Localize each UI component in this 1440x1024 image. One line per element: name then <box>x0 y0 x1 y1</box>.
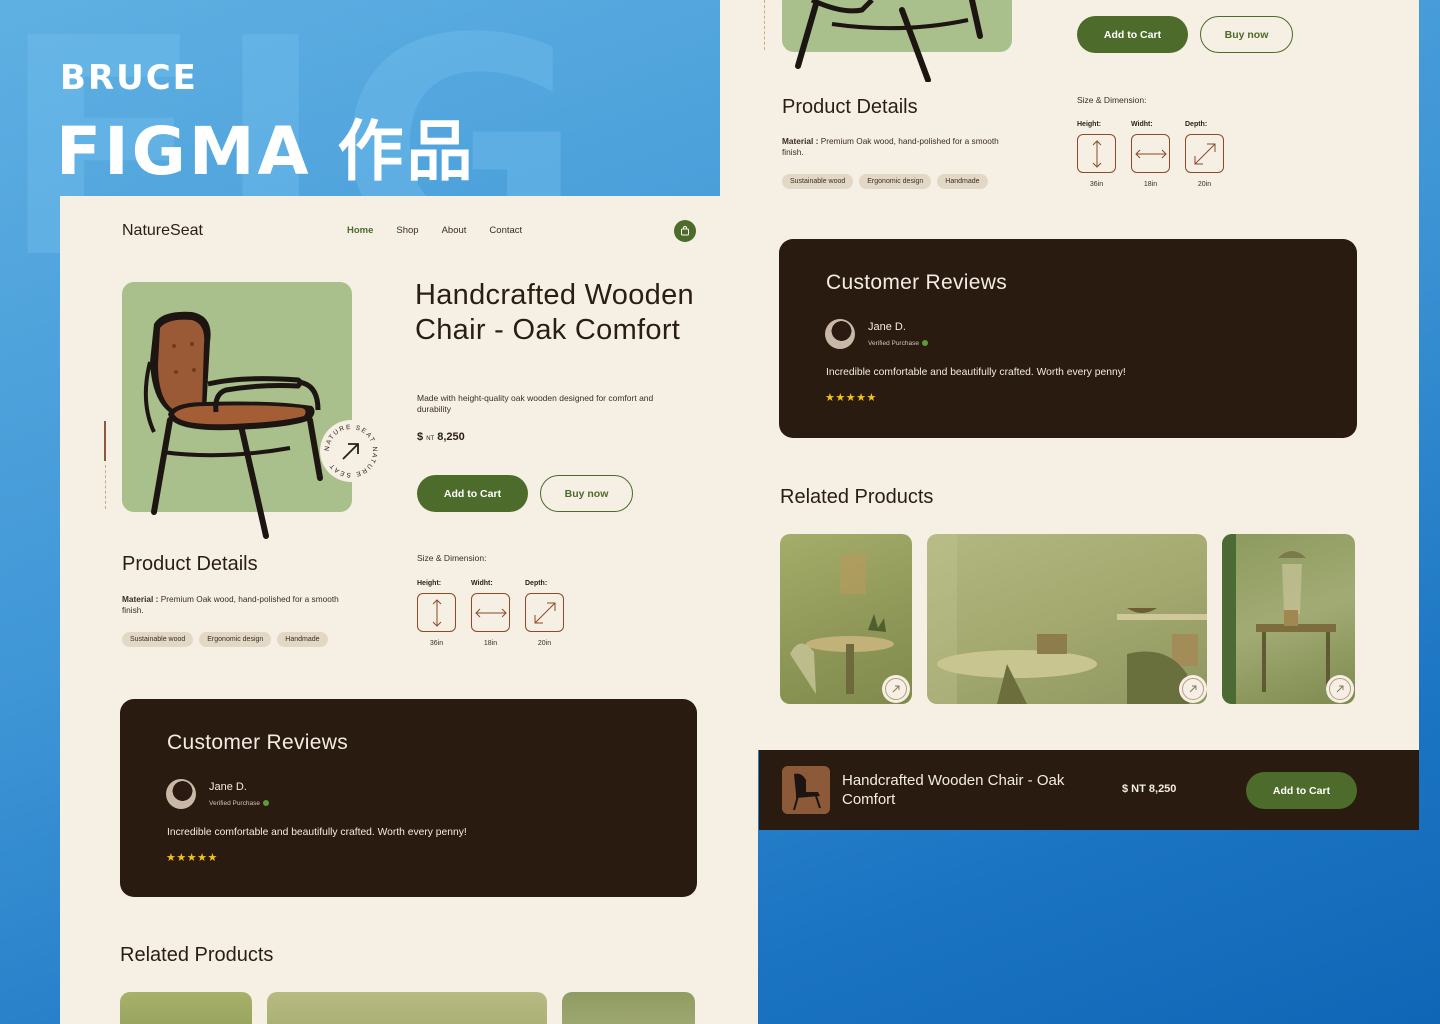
add-to-cart-button[interactable]: Add to Cart <box>1077 16 1188 53</box>
dimension-depth: Depth: 20in <box>1185 121 1224 188</box>
horizontal-arrow-icon <box>1134 149 1167 158</box>
nav-home[interactable]: Home <box>347 225 373 236</box>
site-logo[interactable]: NatureSeat <box>122 222 203 240</box>
chair-thumbnail-image <box>782 766 830 814</box>
reviewer-name: Jane D. <box>209 781 247 793</box>
product-image: NATURE SEAT NATURE SEAT <box>122 282 382 539</box>
product-thumbnail <box>782 766 830 814</box>
nav-contact[interactable]: Contact <box>489 225 522 236</box>
review-text: Incredible comfortable and beautifully c… <box>167 827 467 838</box>
check-icon <box>921 340 928 347</box>
diagonal-arrow-icon <box>1194 143 1215 164</box>
nav-shop[interactable]: Shop <box>396 225 418 236</box>
dimension-title: Size & Dimension: <box>417 553 487 563</box>
product-description: Made with height-quality oak wooden desi… <box>417 393 654 414</box>
dimension-depth: Depth: 20in <box>525 580 564 647</box>
reviews-title: Customer Reviews <box>167 731 349 754</box>
arrow-up-right-icon <box>892 685 900 693</box>
chair-image <box>143 311 323 539</box>
dimension-height: Height: 36in <box>1077 121 1116 188</box>
shopping-bag-icon <box>681 226 689 236</box>
verified-badge: Verified Purchase <box>209 800 269 807</box>
tag-handmade[interactable]: Handmade <box>277 632 328 647</box>
related-products-title: Related Products <box>120 944 274 966</box>
sticky-price: $ NT 8,250 <box>1122 783 1177 795</box>
vertical-arrow-icon <box>432 598 441 627</box>
arrow-up-right-icon <box>1336 685 1344 693</box>
avatar <box>825 319 855 349</box>
dimension-width: Widht: 18in <box>1131 121 1170 188</box>
image-slider-indicator[interactable] <box>104 421 106 509</box>
dining-room-image <box>927 534 1207 704</box>
product-image <box>782 0 1012 82</box>
review-text: Incredible comfortable and beautifully c… <box>826 367 1126 378</box>
dimension-list: Height: 36in Widht: 18in Depth: 20in <box>417 580 564 647</box>
sticky-cart-bar: Handcrafted Wooden Chair - Oak Comfort $… <box>759 750 1419 830</box>
avatar <box>166 779 196 809</box>
chair-image <box>795 0 983 82</box>
tag-list: Sustainable wood Ergonomic design Handma… <box>122 632 328 647</box>
product-price: $ NT 8,250 <box>417 431 465 443</box>
add-to-cart-button[interactable]: Add to Cart <box>417 475 528 512</box>
star-rating: ★★★★★ <box>166 852 218 864</box>
related-product-3[interactable] <box>1222 534 1355 704</box>
open-product-button[interactable] <box>1179 675 1207 703</box>
product-details-title: Product Details <box>122 553 258 575</box>
star-rating: ★★★★★ <box>825 392 877 404</box>
image-slider-indicator[interactable] <box>764 0 765 50</box>
sticky-add-to-cart-button[interactable]: Add to Cart <box>1246 772 1357 809</box>
reviews-title: Customer Reviews <box>826 271 1008 294</box>
tag-ergonomic[interactable]: Ergonomic design <box>859 174 932 189</box>
product-details-title: Product Details <box>782 96 918 118</box>
product-title: Handcrafted Wooden Chair - Oak Comfort <box>415 279 694 346</box>
open-product-button[interactable] <box>1326 675 1354 703</box>
dimension-list: Height: 36in Widht: 18in Depth: 20in <box>1077 121 1224 188</box>
arrow-up-right-icon: NATURE SEAT NATURE SEAT <box>324 424 377 478</box>
cart-button[interactable] <box>674 220 696 242</box>
tag-ergonomic[interactable]: Ergonomic design <box>199 632 272 647</box>
sticky-product-name: Handcrafted Wooden Chair - Oak Comfort <box>842 772 1065 808</box>
material-info: Material : Premium Oak wood, hand-polish… <box>122 594 339 615</box>
tag-sustainable[interactable]: Sustainable wood <box>122 632 194 647</box>
brand-title: FIGMA 作品 <box>56 113 476 190</box>
brand-author: BRUCE <box>60 58 198 98</box>
check-icon <box>262 800 269 807</box>
customer-reviews: Customer Reviews Jane D. Verified Purcha… <box>120 699 697 897</box>
material-info: Material : Premium Oak wood, hand-polish… <box>782 136 999 157</box>
related-products-title: Related Products <box>780 486 934 508</box>
horizontal-arrow-icon <box>474 608 507 617</box>
diagonal-arrow-icon <box>534 602 555 623</box>
related-product-2[interactable] <box>267 992 547 1024</box>
dimension-height: Height: 36in <box>417 580 456 647</box>
dimension-title: Size & Dimension: <box>1077 95 1147 105</box>
customer-reviews: Customer Reviews Jane D. Verified Purcha… <box>779 239 1357 438</box>
buy-now-button[interactable]: Buy now <box>1200 16 1293 53</box>
related-product-3[interactable] <box>562 992 695 1024</box>
related-product-1[interactable] <box>120 992 252 1024</box>
related-product-2[interactable] <box>927 534 1207 704</box>
product-page-main: NatureSeat Home Shop About Contact NATUR… <box>60 196 758 1024</box>
related-product-1[interactable] <box>780 534 912 704</box>
tag-list: Sustainable wood Ergonomic design Handma… <box>782 174 988 189</box>
vertical-arrow-icon <box>1092 139 1101 168</box>
tag-sustainable[interactable]: Sustainable wood <box>782 174 854 189</box>
nav-about[interactable]: About <box>442 225 467 236</box>
reviewer-name: Jane D. <box>868 321 906 333</box>
buy-now-button[interactable]: Buy now <box>540 475 633 512</box>
dimension-width: Widht: 18in <box>471 580 510 647</box>
open-product-button[interactable] <box>882 675 910 703</box>
nature-seat-badge[interactable]: NATURE SEAT NATURE SEAT <box>320 420 382 482</box>
product-page-scrolled: Add to Cart Buy now Product Details Mate… <box>720 0 1419 750</box>
main-nav: Home Shop About Contact <box>347 225 522 236</box>
tag-handmade[interactable]: Handmade <box>937 174 988 189</box>
verified-badge: Verified Purchase <box>868 340 928 347</box>
arrow-up-right-icon <box>1189 685 1197 693</box>
